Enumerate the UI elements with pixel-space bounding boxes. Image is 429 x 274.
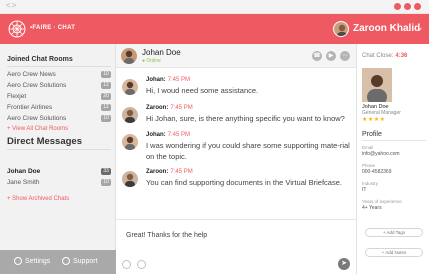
online-status: ● Online (142, 58, 161, 64)
field-value: 4+ Years (362, 205, 382, 211)
unread-badge: 12 (101, 82, 111, 89)
attach-icon[interactable] (137, 260, 146, 269)
message-text: You can find supporting documents in the… (146, 178, 342, 187)
logo-icon (8, 20, 26, 38)
sidebar-item-room[interactable]: Aero Crew News 10 (7, 70, 111, 80)
sidebar-item-dm-jane[interactable]: Jane Smith 10 (7, 178, 111, 188)
support-icon (62, 257, 70, 265)
message-text: Hi Johan, sure, is there anything specif… (146, 114, 345, 123)
view-all-rooms-link[interactable]: + View All Chat Rooms (7, 126, 68, 132)
message-text: Hi, I woud need some assistance. (146, 86, 259, 95)
message-author: Zaroon: (146, 105, 169, 111)
field-value: info@yahoo.com (362, 151, 400, 157)
avatar (122, 79, 138, 95)
user-name[interactable]: Zaroon Khalid (353, 23, 420, 34)
support-button[interactable]: Support (62, 257, 98, 265)
message-time: 7:45 PM (170, 169, 193, 175)
unread-badge: 10 (101, 71, 111, 78)
gear-icon (14, 257, 22, 265)
field-label: Email (362, 145, 374, 150)
field-label: Phone (362, 163, 376, 168)
message-time: 7:45 PM (167, 132, 191, 138)
avatar (122, 107, 138, 123)
window-titlebar: <> (0, 0, 429, 14)
dm-label: Johan Doe (7, 168, 41, 175)
room-label: Aero Crew Solutions (7, 115, 67, 122)
unread-badge: 10 (101, 179, 111, 186)
window-controls (394, 3, 421, 10)
sidebar-footer: Settings Support (0, 250, 116, 274)
back-forward-nav[interactable]: <> (6, 1, 17, 10)
contact-avatar[interactable] (121, 48, 137, 64)
chat-close-timer[interactable]: Chat Close: 4:36 (362, 53, 407, 59)
message-author: Johan: (146, 132, 166, 138)
message-author: Zaroon: (146, 169, 169, 175)
brand-name: •FAIRE · CHAT (30, 25, 76, 31)
chat-header: Johan Doe ● Online ☎ ▶ ⋯ (116, 44, 356, 68)
contact-name: Johan Doe (142, 48, 181, 57)
video-icon[interactable]: ▶ (326, 51, 336, 61)
dm-label: Jane Smith (7, 179, 40, 186)
chat-panel: Johan Doe ● Online ☎ ▶ ⋯ Johan: 7:45 PM H… (116, 44, 356, 274)
support-label: Support (73, 257, 98, 265)
unread-badge: 20 (101, 93, 111, 100)
sidebar-item-room[interactable]: Aero Crew Solutions 12 (7, 81, 111, 91)
chevron-down-icon[interactable]: ⌄ (416, 22, 424, 33)
composer-tools (122, 260, 146, 269)
message-text: I was wondering if you could share some … (146, 141, 350, 161)
field-label: Years of experience (362, 199, 402, 204)
sidebar-item-dm-johan[interactable]: Johan Doe 33 (7, 167, 111, 177)
settings-button[interactable]: Settings (14, 257, 50, 265)
room-label: Frontier Airlines (7, 104, 53, 111)
message-input[interactable]: Great! Thanks for the help (126, 232, 207, 239)
sidebar-item-room[interactable]: Frontier Airlines 12 (7, 103, 111, 113)
settings-label: Settings (25, 257, 51, 265)
unread-badge: 12 (101, 104, 111, 111)
avatar (122, 134, 138, 150)
field-value: 000-4582369 (362, 169, 392, 175)
emoji-icon[interactable] (122, 260, 131, 269)
sidebar: Joined Chat Rooms Aero Crew News 10 Aero… (0, 44, 116, 274)
sidebar-item-room[interactable]: Flexjet 20 (7, 92, 111, 102)
add-notes-button[interactable]: + Add Notes (365, 248, 423, 257)
user-avatar[interactable] (333, 21, 349, 37)
profile-title: Profile (362, 131, 382, 138)
add-tags-button[interactable]: + Add Tags (365, 228, 423, 237)
chat-close-label: Chat Close: (362, 53, 394, 59)
message-time: 7:45 PM (170, 105, 193, 111)
show-archived-link[interactable]: + Show Archived Chats (7, 196, 69, 202)
profile-panel: Chat Close: 4:36 Johan Doe General Manage… (356, 44, 429, 274)
rating-stars: ★★★★ (362, 117, 386, 123)
send-button[interactable]: ➤ (338, 258, 350, 270)
field-label: Industry (362, 181, 379, 186)
chat-actions: ☎ ▶ ⋯ (312, 51, 350, 61)
window-dot-2[interactable] (404, 3, 411, 10)
sidebar-item-room[interactable]: Aero Crew Solutions 10 (7, 114, 111, 124)
app-header: •FAIRE · CHAT Zaroon Khalid ⌄ (0, 14, 429, 44)
profile-photo (362, 68, 392, 102)
more-icon[interactable]: ⋯ (340, 51, 350, 61)
room-label: Aero Crew Solutions (7, 82, 67, 89)
divider (7, 149, 111, 150)
window-dot-1[interactable] (394, 3, 401, 10)
field-value: IT (362, 187, 367, 193)
phone-icon[interactable]: ☎ (312, 51, 322, 61)
room-label: Flexjet (7, 93, 27, 100)
window-dot-3[interactable] (414, 3, 421, 10)
message-time: 7:45 PM (167, 77, 191, 83)
message-author: Johan: (146, 77, 166, 83)
avatar (122, 171, 138, 187)
room-label: Aero Crew News (7, 71, 56, 78)
unread-badge: 10 (101, 115, 111, 122)
divider (362, 140, 426, 141)
direct-messages-title: Direct Messages (7, 136, 82, 147)
unread-badge: 33 (101, 168, 111, 175)
divider (7, 66, 111, 67)
timer-value: 4:36 (395, 53, 408, 59)
joined-rooms-title: Joined Chat Rooms (7, 56, 73, 63)
message-composer[interactable]: Great! Thanks for the help ➤ (116, 219, 356, 274)
